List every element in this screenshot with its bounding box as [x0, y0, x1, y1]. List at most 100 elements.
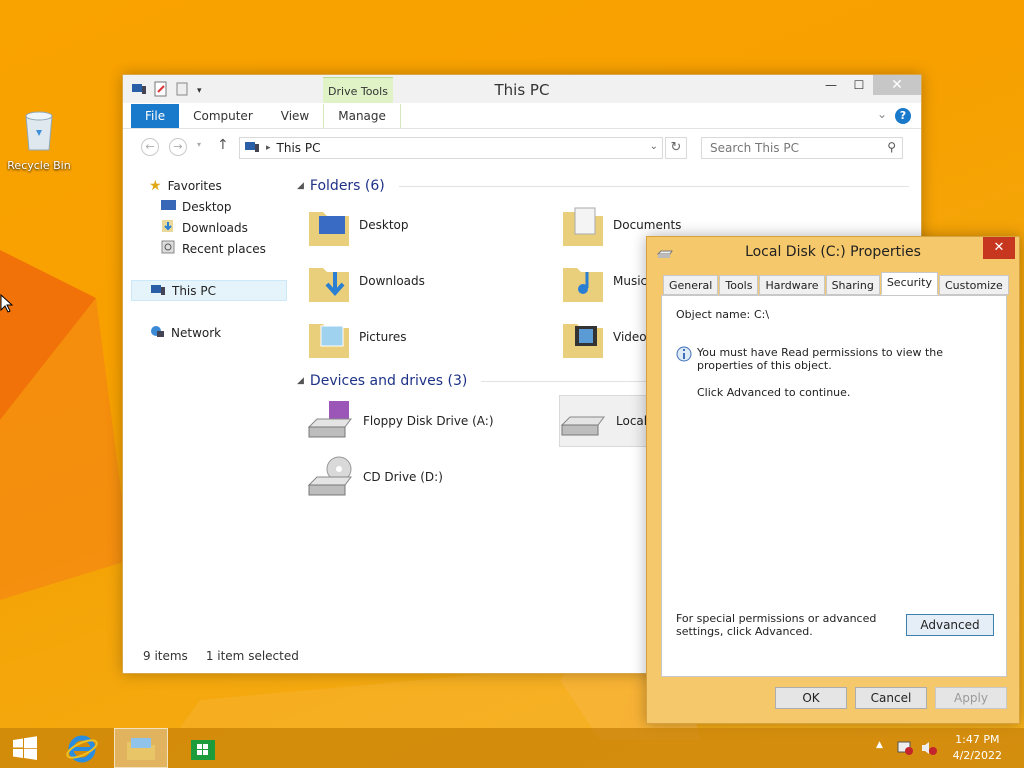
clock[interactable]: 1:47 PM 4/2/2022 — [953, 732, 1002, 764]
back-button[interactable]: ← — [141, 138, 159, 156]
drive-label: Floppy Disk Drive (A:) — [363, 414, 494, 428]
folders-header-label: Folders (6) — [309, 178, 385, 194]
tab-general[interactable]: General — [663, 275, 719, 295]
maximize-button[interactable]: ☐ — [845, 75, 873, 95]
forward-button[interactable]: → — [169, 138, 187, 156]
internet-explorer-icon — [66, 735, 98, 763]
customize-qat-chevron-icon[interactable]: ▾ — [197, 86, 202, 96]
folders-group-header[interactable]: ◢ Folders (6) — [297, 175, 909, 197]
clock-date: 4/2/2022 — [952, 749, 1002, 762]
dialog-tabs: General Tools Hardware Sharing Security … — [663, 272, 1010, 295]
up-button[interactable]: ↑ — [217, 137, 229, 153]
folder-tile[interactable]: Pictures — [307, 311, 547, 363]
folder-tile[interactable]: Desktop — [307, 199, 547, 251]
documents-folder-icon — [563, 207, 603, 246]
refresh-button[interactable]: ↻ — [665, 137, 687, 159]
nav-this-pc-label: This PC — [172, 283, 216, 298]
start-button[interactable] — [0, 728, 50, 768]
special-permissions-text: For special permissions or advanced sett… — [676, 612, 877, 638]
collapse-icon: ◢ — [297, 181, 304, 191]
dialog-close-button[interactable]: ✕ — [983, 237, 1015, 259]
permission-message: You must have Read permissions to view t… — [697, 346, 944, 372]
show-hidden-icons-icon[interactable]: ▲ — [876, 740, 883, 750]
nav-favorites-label: Favorites — [167, 178, 222, 193]
tab-sharing[interactable]: Sharing — [825, 275, 880, 295]
drive-tile[interactable]: CD Drive (D:) — [307, 451, 547, 503]
folder-label: Pictures — [359, 330, 407, 344]
ribbon-tabs: File Computer View Manage ⌄ ? — [123, 103, 921, 129]
address-dropdown-icon[interactable]: ⌄ — [650, 141, 658, 152]
nav-downloads[interactable]: Downloads — [131, 217, 287, 238]
nav-desktop[interactable]: Desktop — [131, 196, 287, 217]
cancel-button[interactable]: Cancel — [855, 687, 927, 709]
close-button[interactable]: ✕ — [873, 75, 921, 95]
tab-file[interactable]: File — [131, 104, 180, 128]
ok-button[interactable]: OK — [775, 687, 847, 709]
security-panel: Object name: C:\ You must have Read perm… — [661, 295, 1007, 677]
music-folder-icon — [563, 268, 603, 302]
tab-security[interactable]: Security — [880, 272, 938, 295]
clock-time: 1:47 PM — [955, 733, 1000, 746]
desktop-icon — [161, 199, 176, 214]
dialog-title: Local Disk (C:) Properties — [745, 244, 921, 260]
tab-customize[interactable]: Customize — [938, 275, 1009, 295]
new-folder-icon[interactable] — [175, 81, 191, 100]
recycle-bin-icon — [25, 111, 53, 151]
store-icon — [191, 740, 215, 760]
tab-manage[interactable]: Manage — [323, 104, 401, 128]
explorer-titlebar[interactable]: ▾ Drive Tools This PC — ☐ ✕ — [123, 75, 921, 105]
nav-recent-places[interactable]: Recent places — [131, 238, 287, 259]
expand-ribbon-icon[interactable]: ⌄ — [877, 107, 887, 121]
mouse-cursor-icon — [0, 294, 14, 313]
nav-desktop-label: Desktop — [182, 199, 232, 214]
taskbar-store[interactable] — [178, 728, 228, 768]
advanced-button[interactable]: Advanced — [906, 614, 994, 636]
properties-icon[interactable] — [153, 81, 169, 100]
videos-folder-icon — [563, 324, 603, 358]
taskbar: ▲ 1:47 PM 4/2/2022 — [0, 728, 1024, 768]
volume-muted-icon[interactable] — [920, 740, 938, 756]
dialog-titlebar[interactable]: Local Disk (C:) Properties ✕ — [647, 237, 1019, 267]
folder-label: Documents — [613, 218, 682, 232]
status-item-count: 9 items — [143, 649, 188, 663]
taskbar-internet-explorer[interactable] — [58, 728, 106, 768]
nav-this-pc[interactable]: This PC — [131, 280, 287, 301]
address-text: This PC — [276, 141, 321, 155]
properties-dialog: Local Disk (C:) Properties ✕ General Too… — [646, 236, 1020, 724]
search-placeholder: Search This PC — [710, 141, 799, 155]
recent-locations-chevron-icon[interactable]: ▾ — [197, 140, 201, 149]
quick-access-toolbar: ▾ — [131, 81, 202, 100]
pictures-folder-icon — [309, 324, 349, 358]
nav-favorites[interactable]: ★ Favorites — [131, 175, 287, 196]
floppy-drive-icon — [307, 401, 352, 438]
address-bar[interactable]: ▸ This PC ⌄ — [239, 137, 663, 159]
network-icon — [149, 324, 165, 341]
folder-tile[interactable]: Downloads — [307, 255, 547, 307]
recycle-bin-label: Recycle Bin — [7, 159, 71, 172]
nav-network-label: Network — [171, 325, 222, 340]
nav-recent-places-label: Recent places — [182, 241, 266, 256]
search-icon: ⚲ — [887, 140, 896, 154]
nav-downloads-label: Downloads — [182, 220, 248, 235]
tab-view[interactable]: View — [267, 104, 323, 128]
drive-tile[interactable]: Floppy Disk Drive (A:) — [307, 395, 547, 447]
nav-network[interactable]: Network — [131, 322, 287, 343]
collapse-icon: ◢ — [297, 376, 304, 386]
apply-button[interactable]: Apply — [935, 687, 1007, 709]
downloads-folder-icon — [309, 268, 349, 302]
help-icon[interactable]: ? — [895, 108, 911, 124]
network-status-icon[interactable] — [896, 740, 914, 756]
folder-label: Music — [613, 274, 648, 288]
breadcrumb-chevron-icon[interactable]: ▸ — [266, 143, 271, 153]
tab-tools[interactable]: Tools — [719, 275, 759, 295]
tab-computer[interactable]: Computer — [179, 104, 267, 128]
status-bar: 9 items 1 item selected — [143, 649, 299, 663]
search-input[interactable]: Search This PC ⚲ — [701, 137, 903, 159]
minimize-button[interactable]: — — [817, 75, 845, 95]
desktop-folder-icon — [309, 212, 349, 246]
tab-hardware[interactable]: Hardware — [759, 275, 825, 295]
recycle-bin-shortcut[interactable]: Recycle Bin — [6, 108, 72, 172]
taskbar-file-explorer[interactable] — [114, 728, 168, 768]
computer-icon — [150, 283, 166, 299]
drive-label: CD Drive (D:) — [363, 470, 443, 484]
